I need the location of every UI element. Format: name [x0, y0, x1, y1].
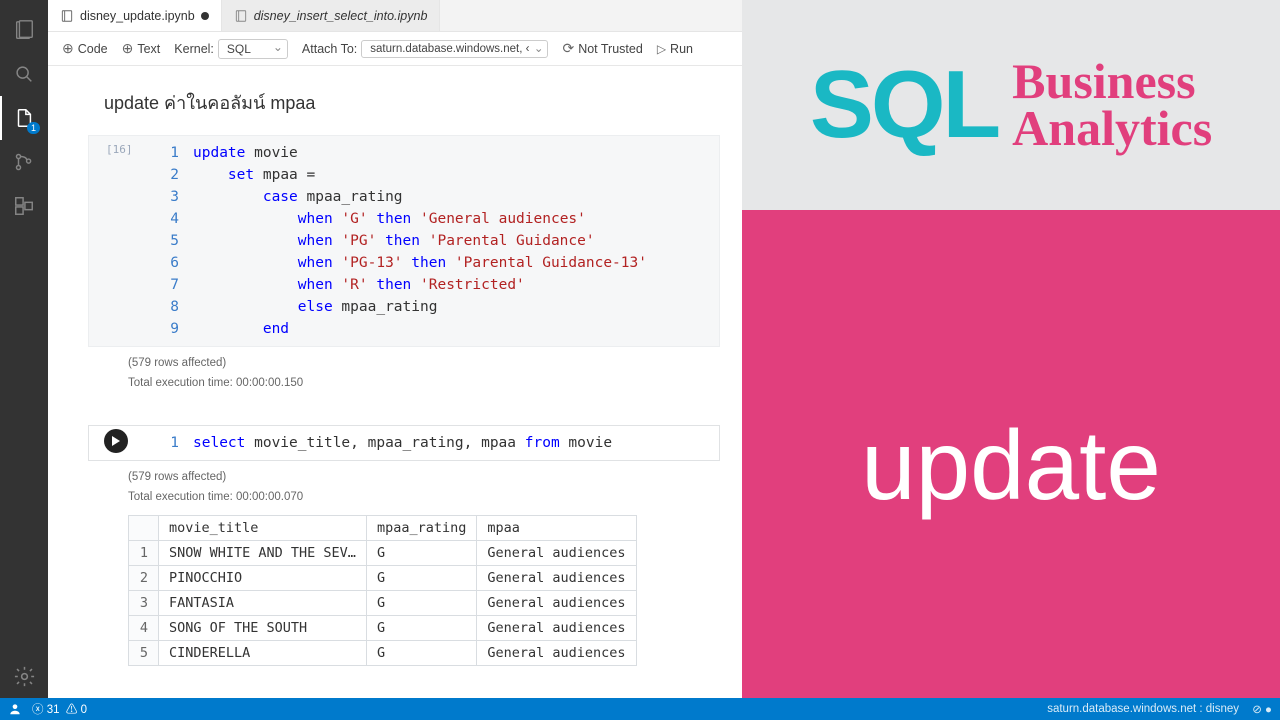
settings-gear-icon[interactable]: [0, 654, 48, 698]
explorer-icon[interactable]: [0, 8, 48, 52]
dirty-indicator-icon: [201, 12, 209, 20]
table-row[interactable]: 3FANTASIAGGeneral audiences: [129, 591, 637, 616]
badge: 1: [27, 122, 40, 134]
editor-body: update ค่าในคอลัมน์ mpaa [16] 1update mo…: [48, 66, 742, 720]
error-icon: ⓧ: [32, 704, 44, 716]
column-header[interactable]: mpaa: [477, 516, 636, 541]
kernel-selector[interactable]: Kernel: SQL: [174, 39, 288, 59]
search-icon[interactable]: [0, 52, 48, 96]
notebook-icon: [60, 9, 74, 23]
tab-label: disney_insert_select_into.ipynb: [254, 9, 428, 23]
refresh-icon: [562, 40, 574, 57]
status-bar: ⓧ 31 ⚠ 0 saturn.database.windows.net : d…: [0, 698, 1280, 720]
slide-body: update: [742, 210, 1280, 720]
extensions-icon[interactable]: [0, 184, 48, 228]
tab-active[interactable]: disney_update.ipynb: [48, 0, 222, 31]
attach-select[interactable]: saturn.database.windows.net, ‹: [361, 40, 548, 58]
git-icon[interactable]: [0, 140, 48, 184]
table-row[interactable]: 4SONG OF THE SOUTHGGeneral audiences: [129, 616, 637, 641]
tab-bar: disney_update.ipynb disney_insert_select…: [48, 0, 742, 32]
code-content[interactable]: 1update movie 2 set mpaa = 3 case mpaa_r…: [91, 142, 709, 340]
add-code-button[interactable]: Code: [62, 40, 108, 57]
remote-indicator-icon[interactable]: [8, 702, 22, 716]
table-row[interactable]: 1SNOW WHITE AND THE SEV…GGeneral audienc…: [129, 541, 637, 566]
problems-indicator[interactable]: ⓧ 31 ⚠ 0: [32, 701, 87, 717]
editor-area: disney_update.ipynb disney_insert_select…: [48, 0, 742, 720]
tab-inactive[interactable]: disney_insert_select_into.ipynb: [222, 0, 441, 31]
source-control-icon[interactable]: 1: [0, 96, 48, 140]
tab-label: disney_update.ipynb: [80, 9, 195, 23]
code-cell-2[interactable]: 1select movie_title, mpaa_rating, mpaa f…: [66, 425, 720, 461]
play-icon: [111, 436, 121, 446]
column-header[interactable]: mpaa_rating: [366, 516, 476, 541]
result-table: movie_titlempaa_ratingmpaa 1SNOW WHITE A…: [128, 515, 637, 666]
slide-header: SQL Business Analytics: [742, 0, 1280, 210]
attach-selector[interactable]: Attach To: saturn.database.windows.net, …: [302, 40, 549, 58]
execution-time: Total execution time: 00:00:00.070: [128, 491, 742, 503]
business-analytics-text: Business Analytics: [1012, 58, 1212, 153]
slide-keyword: update: [861, 409, 1161, 522]
notebook-icon: [234, 9, 248, 23]
run-button[interactable]: Run: [657, 42, 693, 56]
slide-overlay: SQL Business Analytics update: [742, 0, 1280, 720]
table-row[interactable]: 2PINOCCHIOGGeneral audiences: [129, 566, 637, 591]
code-content[interactable]: 1select movie_title, mpaa_rating, mpaa f…: [91, 432, 709, 454]
execution-time: Total execution time: 00:00:00.150: [128, 377, 742, 389]
table-row[interactable]: 5CINDERELLAGGeneral audiences: [129, 641, 637, 666]
plus-icon: [62, 40, 74, 57]
rows-affected: (579 rows affected): [128, 357, 742, 369]
rows-affected: (579 rows affected): [128, 471, 742, 483]
trust-button[interactable]: Not Trusted: [562, 40, 642, 57]
kernel-select[interactable]: SQL: [218, 39, 288, 59]
column-header[interactable]: movie_title: [159, 516, 367, 541]
plus-icon: [122, 40, 134, 57]
code-cell-1[interactable]: [16] 1update movie 2 set mpaa = 3 case m…: [66, 135, 720, 347]
execution-count: [16]: [106, 143, 133, 156]
add-text-button[interactable]: Text: [122, 40, 161, 57]
run-cell-button[interactable]: [104, 429, 128, 453]
activity-bar: 1: [0, 0, 48, 720]
connection-status[interactable]: saturn.database.windows.net : disney: [1047, 703, 1239, 715]
warning-icon: ⚠: [66, 704, 78, 716]
play-icon: [657, 42, 666, 56]
notebook-toolbar: Code Text Kernel: SQL Attach To: saturn.…: [48, 32, 742, 66]
sql-logo-text: SQL: [810, 68, 998, 143]
markdown-heading: update ค่าในคอลัมน์ mpaa: [104, 88, 742, 117]
